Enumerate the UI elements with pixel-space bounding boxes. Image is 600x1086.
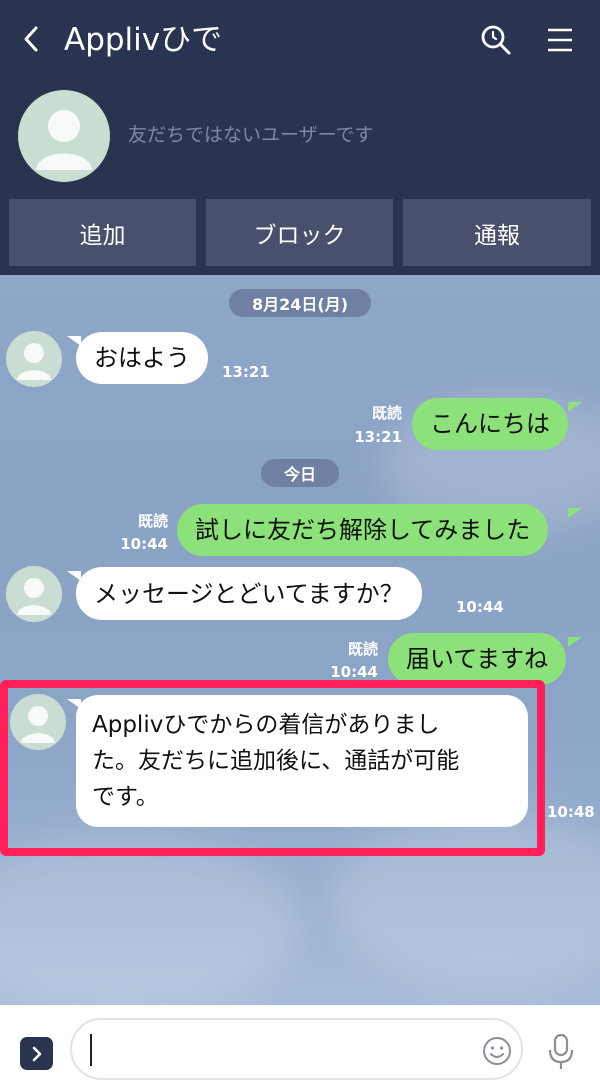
bubble-tail: [568, 637, 582, 647]
message-input[interactable]: [70, 1018, 523, 1080]
message-bubble[interactable]: こんにちは: [412, 398, 568, 450]
sender-avatar[interactable]: [6, 566, 62, 622]
menu-button[interactable]: [544, 24, 576, 56]
read-receipt: 既読: [347, 640, 378, 658]
menu-icon: [548, 28, 572, 52]
microphone-button[interactable]: [546, 1033, 576, 1071]
chevron-left-icon: [24, 26, 38, 52]
chat-header: Applivひで 友だちではないユーザーです 追加 ブロック 通報: [0, 0, 600, 275]
message-bubble[interactable]: メッセージとどいてますか？: [76, 567, 422, 620]
not-friend-notice: 友だちではないユーザーです: [128, 124, 374, 146]
add-friend-button[interactable]: 追加: [9, 199, 196, 266]
read-receipt: 既読: [371, 404, 402, 422]
message-time: 13:21: [354, 428, 402, 446]
bubble-tail: [568, 402, 582, 412]
sender-avatar[interactable]: [6, 331, 62, 387]
emoji-button[interactable]: [482, 1036, 512, 1066]
bubble-tail: [568, 508, 582, 518]
microphone-icon: [548, 1033, 574, 1069]
date-label: 8月24日(月): [229, 289, 371, 317]
search-icon: [481, 25, 511, 55]
highlight-frame: [0, 680, 545, 856]
emoji-icon: [483, 1037, 511, 1065]
person-icon: [36, 110, 92, 170]
background-cloud: [0, 835, 300, 1005]
date-label: 今日: [261, 459, 339, 487]
chevron-right-icon: [32, 1046, 41, 1061]
message-bubble[interactable]: おはよう: [76, 332, 208, 384]
text-caret: [90, 1034, 92, 1066]
message-time: 10:48: [547, 803, 595, 821]
profile-avatar[interactable]: [18, 90, 110, 182]
person-icon: [17, 343, 51, 380]
expand-menu-button[interactable]: [20, 1037, 53, 1070]
search-button[interactable]: [478, 22, 514, 58]
report-button[interactable]: 通報: [403, 199, 591, 266]
back-button[interactable]: [16, 22, 50, 56]
person-icon: [17, 578, 51, 615]
chat-title: Applivひで: [64, 22, 223, 58]
message-time: 10:44: [456, 598, 504, 616]
read-receipt: 既読: [137, 512, 168, 530]
message-bubble[interactable]: 試しに友だち解除してみました: [177, 504, 549, 556]
message-time: 10:44: [120, 535, 168, 553]
message-time: 13:21: [222, 363, 270, 381]
block-button[interactable]: ブロック: [206, 199, 393, 266]
message-input-bar: [0, 1005, 600, 1086]
message-bubble[interactable]: 届いてますね: [388, 633, 567, 685]
chat-area[interactable]: 8月24日(月) おはよう 13:21 既読 13:21 こんにちは 今日 既読…: [0, 275, 600, 1005]
message-time: 10:44: [330, 663, 378, 681]
